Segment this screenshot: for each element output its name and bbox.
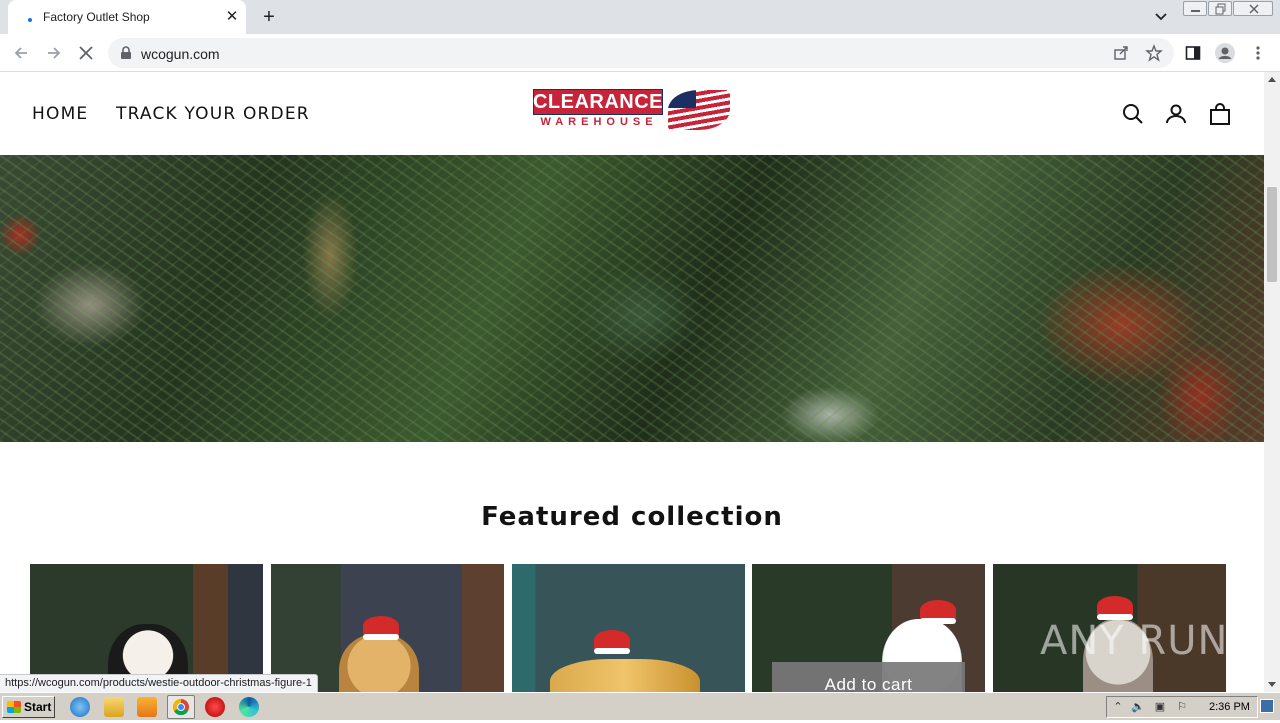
account-icon[interactable] <box>1164 102 1188 126</box>
window-restore-button[interactable] <box>1208 1 1232 16</box>
product-card-dachshund[interactable] <box>512 564 745 692</box>
anyrun-watermark: ANY RUN <box>1040 618 1229 664</box>
system-tray: ⌃ 🔈 ▣ ⚐ 2:36 PM <box>1106 696 1258 718</box>
dachshund-figure-image <box>550 659 700 692</box>
page-scrollbar[interactable] <box>1264 72 1280 692</box>
network-icon[interactable]: ▣ <box>1153 701 1167 714</box>
taskbar-clock[interactable]: 2:36 PM <box>1209 701 1250 713</box>
logo-line1: CLEARANCE <box>533 89 663 115</box>
start-label: Start <box>24 700 52 714</box>
start-button[interactable]: Start <box>2 696 55 718</box>
santa-hat-icon <box>594 630 630 654</box>
windows-taskbar: Start ⌃ 🔈 ▣ ⚐ 2:36 PM <box>0 692 1280 720</box>
tab-search-chevron-icon[interactable] <box>1151 8 1171 26</box>
scroll-down-arrow-icon[interactable] <box>1268 682 1276 687</box>
search-icon[interactable] <box>1121 102 1145 126</box>
stop-loading-icon[interactable] <box>75 42 97 64</box>
santa-hat-icon <box>920 600 956 624</box>
dog-figure-image <box>339 634 419 692</box>
tab-close-icon[interactable]: ✕ <box>224 9 240 25</box>
hero-banner-image <box>0 155 1264 442</box>
cart-bag-icon[interactable] <box>1208 102 1232 126</box>
folder-icon[interactable] <box>104 697 124 717</box>
window-minimize-button[interactable] <box>1183 1 1207 16</box>
web-page: HOME TRACK YOUR ORDER CLEARANCE WAREHOUS… <box>0 72 1264 692</box>
bookmark-star-icon[interactable] <box>1143 42 1165 64</box>
chrome-taskbar-button[interactable] <box>167 695 195 719</box>
show-desktop-button[interactable] <box>1260 699 1274 713</box>
side-panel-icon[interactable] <box>1182 42 1204 64</box>
address-bar[interactable]: wcogun.com <box>108 38 1174 68</box>
us-flag-icon <box>668 90 730 130</box>
product-card-dog[interactable] <box>271 564 504 692</box>
site-logo[interactable]: CLEARANCE WAREHOUSE <box>532 88 732 132</box>
ie-icon[interactable] <box>70 697 90 717</box>
link-status-bubble: https://wcogun.com/products/westie-outdo… <box>0 674 318 693</box>
tab-title: Factory Outlet Shop <box>43 10 150 24</box>
forward-arrow-icon[interactable] <box>43 42 65 64</box>
profile-avatar-icon[interactable] <box>1214 42 1236 64</box>
lock-icon[interactable] <box>120 46 132 65</box>
tray-expand-icon[interactable]: ⌃ <box>1111 701 1125 714</box>
windows-logo-icon <box>7 701 21 713</box>
action-center-flag-icon[interactable]: ⚐ <box>1175 701 1189 714</box>
share-icon[interactable] <box>1110 42 1132 64</box>
opera-icon[interactable] <box>205 697 225 717</box>
browser-toolbar: wcogun.com <box>0 34 1280 72</box>
logo-line2: WAREHOUSE <box>540 116 658 128</box>
tab-strip: Factory Outlet Shop ✕ + <box>0 0 1280 34</box>
volume-icon[interactable]: 🔈 <box>1131 701 1145 714</box>
nav-home-link[interactable]: HOME <box>32 104 88 124</box>
product-card-penguin[interactable] <box>30 564 263 692</box>
loading-favicon-icon <box>26 12 36 22</box>
product-card-westie[interactable]: Add to cart <box>752 564 985 692</box>
window-close-button[interactable] <box>1233 1 1273 16</box>
section-title: Featured collection <box>481 502 783 532</box>
back-arrow-icon[interactable] <box>10 42 32 64</box>
scrollbar-thumb[interactable] <box>1267 187 1277 282</box>
browser-menu-icon[interactable] <box>1247 42 1269 64</box>
browser-tab-active[interactable]: Factory Outlet Shop ✕ <box>8 0 246 34</box>
add-to-cart-button[interactable]: Add to cart <box>772 662 965 692</box>
nav-track-order-link[interactable]: TRACK YOUR ORDER <box>116 104 310 124</box>
media-player-icon[interactable] <box>137 697 157 717</box>
new-tab-button[interactable]: + <box>258 6 280 28</box>
santa-hat-icon <box>1097 596 1133 620</box>
santa-hat-icon <box>363 616 399 640</box>
edge-icon[interactable] <box>239 697 259 717</box>
url-text[interactable]: wcogun.com <box>141 46 220 62</box>
site-header: HOME TRACK YOUR ORDER CLEARANCE WAREHOUS… <box>0 72 1264 155</box>
scroll-up-arrow-icon[interactable] <box>1268 77 1276 82</box>
